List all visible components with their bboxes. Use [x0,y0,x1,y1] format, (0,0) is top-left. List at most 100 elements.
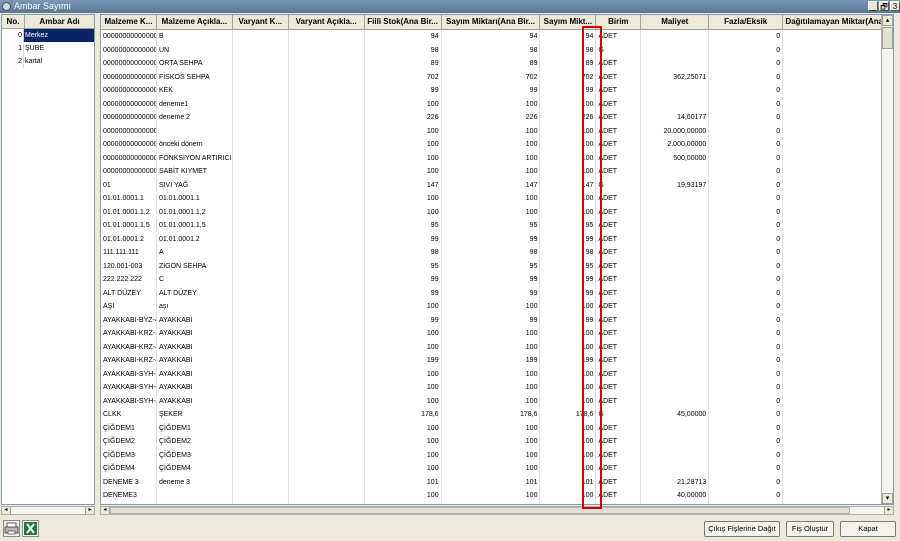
column-header-material-description[interactable]: Malzeme Açıkla... [157,15,233,29]
warehouse-row[interactable]: 0 Merkez [2,29,94,42]
table-row[interactable]: ÇİĞDEM2ÇİĞDEM2100100100ADET00 [101,435,893,449]
cell-material-code: 00000000000000 [101,70,157,84]
table-row[interactable]: ÇİĞDEM1ÇİĞDEM1100100100ADET00 [101,421,893,435]
column-header-warehouse-name[interactable]: Ambar Adı [25,15,94,28]
table-row[interactable]: 00000000000000UN989898G00 [101,43,893,57]
scroll-up-icon[interactable]: ▴ [882,15,893,26]
scroll-thumb[interactable] [882,27,893,49]
table-row[interactable]: 00000000000000 100 100 100 ADET 20.000,00000 0… [101,124,893,138]
table-row[interactable]: CLKKŞEKER178,6178,6178,6G45,0000000 [101,408,893,422]
cell-surplus-deficit: 0 [709,435,784,449]
table-row[interactable]: ÇİĞDEM3ÇİĞDEM3100100100ADET00 [101,448,893,462]
table-row[interactable]: AYAKKABI-SYH-39AYAKKABI100100100ADET00 [101,367,893,381]
cell-count-qty: 99 [540,84,597,98]
cell-variant-description [289,124,365,138]
table-row[interactable]: ÇİĞDEM4ÇİĞDEM4100100100ADET00 [101,462,893,476]
column-header-undistributed-quantity[interactable]: Dağıtılamayan Miktar(Ana... [783,15,893,29]
table-row[interactable]: 120.001-003ZİGON SEHPA959595ADET00 [101,259,893,273]
column-header-cost[interactable]: Maliyet [641,15,710,29]
cell-unit: ADET [596,219,642,233]
excel-icon[interactable] [22,520,39,537]
cell-surplus-deficit: 0 [709,178,784,192]
cell-cost: 19,93197 [641,178,710,192]
column-header-surplus-deficit[interactable]: Fazla/Eksik [709,15,784,29]
column-header-count-qty[interactable]: Sayım Mikt... [540,15,597,29]
table-row[interactable]: 00000000000000 SABİT KIYMET 100 100 100 ADET 0… [101,165,893,179]
cell-cost [641,421,710,435]
cell-material-description: AYAKKABI [157,381,233,395]
warehouse-row[interactable]: 2 kartal [2,55,94,68]
table-row[interactable]: 01.01.0001.201.01.0001.2999999ADET00 [101,232,893,246]
print-icon[interactable] [3,520,20,537]
table-row[interactable]: AYAKKABI-KRZ-39AYAKKABI100100100ADET00 [101,327,893,341]
distribute-to-exit-slips-button[interactable]: Çıkış Fişlerine Dağıt [704,521,780,537]
count-grid-hscroll[interactable]: ◂ ▸ [100,506,894,515]
cell-actual-stock: 95 [365,259,442,273]
table-row[interactable]: AYAKKABI-BYZ-41AYAKKABI999999ADET00 [101,313,893,327]
table-row[interactable]: AYAKKABI-KRZ-41AYAKKABI199199199ADET00 [101,354,893,368]
cell-unit: ADET [596,462,642,476]
column-header-variant-code[interactable]: Varyant K... [233,15,289,29]
table-row[interactable]: 111.111.111A989898ADET00 [101,246,893,260]
warehouse-row[interactable]: 1 ŞUBE [2,42,94,55]
cell-material-description: AYAKKABI [157,394,233,408]
column-header-variant-description[interactable]: Varyant Açıkla... [289,15,365,29]
scroll-down-icon[interactable]: ▾ [882,493,893,504]
column-header-material-code[interactable]: Malzeme K... [101,15,157,29]
count-grid-vscroll[interactable]: ▴ ▾ [881,15,893,504]
table-row[interactable]: DENEME3100100100ADET40,0000000 [101,489,893,503]
column-header-no[interactable]: No. [2,15,25,28]
cell-variant-description [289,192,365,206]
restore-button[interactable]: 🗗 [879,1,889,11]
cell-surplus-deficit: 0 [709,313,784,327]
table-row[interactable]: 00000000000000KEK999999ADET00 [101,84,893,98]
scroll-left-icon[interactable]: ◂ [2,507,11,514]
scroll-right-icon[interactable]: ▸ [85,507,94,514]
column-header-count-quantity[interactable]: Sayım Miktarı(Ana Bir... [442,15,541,29]
cell-variant-description [289,70,365,84]
table-row[interactable]: 01.01.0001.1,2 01.01.0001.1,2 100 100 100 ADE… [101,205,893,219]
table-row[interactable]: 00000000000000deneme1100100100ADET00 [101,97,893,111]
table-row[interactable]: DÖNEM1DÖNEM1100100100ADET00 [101,502,893,504]
table-row[interactable]: ALT DÜZEYALT DÜZEY999999ADET00 [101,286,893,300]
table-row[interactable]: 222.222.222C999999ADET00 [101,273,893,287]
table-row[interactable]: 00000000000000B949494ADET00 [101,30,893,44]
table-row[interactable]: AYAKKABI-SYH-41AYAKKABI100100100ADET00 [101,394,893,408]
table-row[interactable]: 01.01.0001.101.01.0001.1100100100ADET00 [101,192,893,206]
app-icon [2,2,11,11]
scroll-right-icon[interactable]: ▸ [884,507,893,514]
table-row[interactable]: 00000000000000ORTA SEHPA898989ADET00 [101,57,893,71]
cell-material-description: ALT DÜZEY [157,286,233,300]
count-grid-header: Malzeme K... Malzeme Açıkla... Varyant K..… [101,15,893,30]
cell-material-code: 00000000000000 [101,151,157,165]
cell-material-code: ÇİĞDEM1 [101,421,157,435]
scroll-left-icon[interactable]: ◂ [101,507,110,514]
table-row[interactable]: 00000000000000 FONKSİYON ARTIRICI C 100 100… [101,151,893,165]
close-dialog-button[interactable]: Kapat [840,521,896,537]
cell-actual-stock: 95 [365,219,442,233]
table-row[interactable]: AYAKKABI-SYH-40AYAKKABI100100100ADET00 [101,381,893,395]
table-row[interactable]: 00000000000000 önceki dönem 100 100 100 ADET 2… [101,138,893,152]
minimize-button[interactable]: _ [868,1,878,11]
warehouse-grid-hscroll[interactable]: ◂ ▸ [1,506,95,515]
cell-undistributed-quantity: 0 [783,259,893,273]
cell-surplus-deficit: 0 [709,273,784,287]
create-slip-button[interactable]: Fiş Oluştur [786,521,834,537]
cell-material-description: ÇİĞDEM4 [157,462,233,476]
table-row[interactable]: 00000000000000 FİSKOS SEHPA 702 702 702 ADET 3… [101,70,893,84]
cell-material-code: 01.01.0001.1 [101,192,157,206]
cell-variant-description [289,84,365,98]
table-row[interactable]: AYAKKABI-KRZ-40AYAKKABI100100100ADET00 [101,340,893,354]
column-header-unit[interactable]: Birim [596,15,642,29]
column-header-actual-stock[interactable]: Fiili Stok(Ana Bir... [365,15,442,29]
table-row[interactable]: 01SIVI YAĞ147147147G19,9319700 [101,178,893,192]
hscroll-thumb[interactable] [110,507,850,514]
table-row[interactable]: DENEME 3deneme 3101101101ADET21,2871300 [101,475,893,489]
cell-material-code: DENEME3 [101,489,157,503]
table-row[interactable]: AŞIaşı100100100ADET00 [101,300,893,314]
cell-variant-description [289,502,365,504]
cell-unit: ADET [596,84,642,98]
table-row[interactable]: 01.01.0001.1,501.01.0001.1,5959595ADET00 [101,219,893,233]
table-row[interactable]: 00000000000000 deneme 2 226 226 226 ADET 14,60… [101,111,893,125]
close-button[interactable]: 3 [890,1,900,11]
